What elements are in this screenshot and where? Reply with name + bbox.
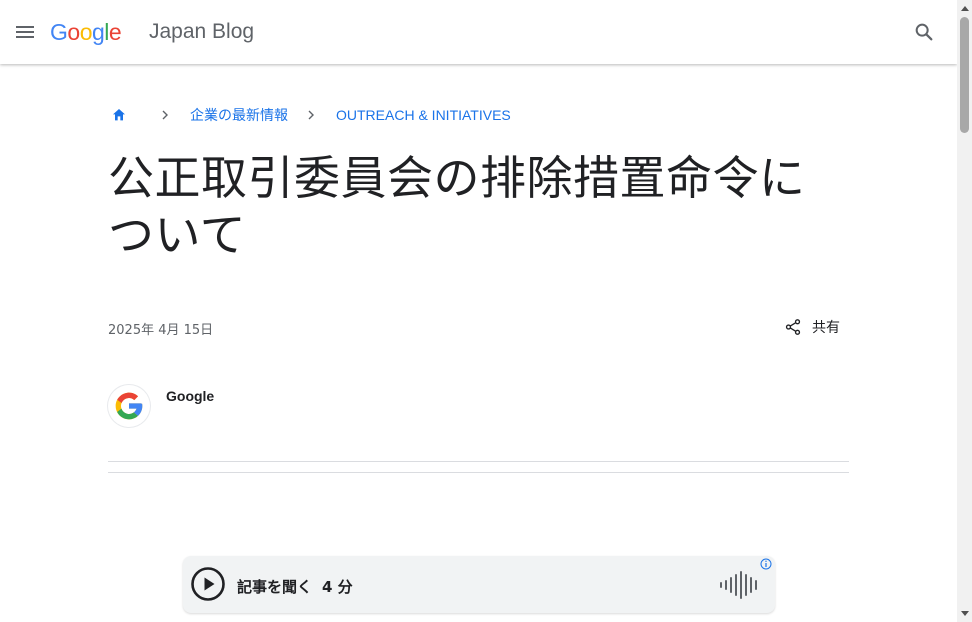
divider [108,461,849,462]
author-name[interactable]: Google [166,388,214,404]
audio-duration: 4 分 [322,578,353,596]
google-logo[interactable]: Google [50,16,122,48]
author-avatar [108,385,150,427]
share-label: 共有 [812,320,840,336]
scrollbar-thumb[interactable] [960,17,969,133]
share-button[interactable]: 共有 [784,316,840,338]
search-button[interactable] [913,21,935,43]
scroll-up-arrow-icon[interactable] [961,6,969,11]
play-button[interactable] [191,567,225,601]
share-icon [785,319,801,335]
waveform-icon [720,571,757,599]
chevron-right-icon [162,110,168,120]
page: Google Japan Blog 企業の最新情報 OUTREACH & INI… [0,0,972,622]
article-date: 2025年 4月 15日 [108,323,214,338]
scrollbar[interactable] [957,0,972,622]
scroll-down-arrow-icon[interactable] [961,611,969,616]
listen-label: 記事を聞く [237,578,313,596]
search-icon [915,23,933,41]
divider [108,472,849,473]
play-icon [191,567,225,601]
top-app-bar: Google Japan Blog [0,0,957,64]
breadcrumb-link-outreach[interactable]: OUTREACH & INITIATIVES [336,107,511,123]
hamburger-menu-icon [16,26,34,28]
listen-article-label: 記事を聞く 4 分 [237,576,353,597]
google-g-logo-icon [115,392,143,420]
menu-button[interactable] [12,19,38,45]
breadcrumb-link-company-news[interactable]: 企業の最新情報 [190,105,288,125]
chevron-right-icon [308,110,314,120]
home-icon[interactable] [111,107,127,123]
breadcrumb: 企業の最新情報 OUTREACH & INITIATIVES [111,106,511,124]
audio-player: 記事を聞く 4 分 [183,556,775,613]
blog-name[interactable]: Japan Blog [149,19,254,45]
article-title: 公正取引委員会の排除措置命令について [108,151,806,262]
info-icon[interactable] [760,558,772,570]
